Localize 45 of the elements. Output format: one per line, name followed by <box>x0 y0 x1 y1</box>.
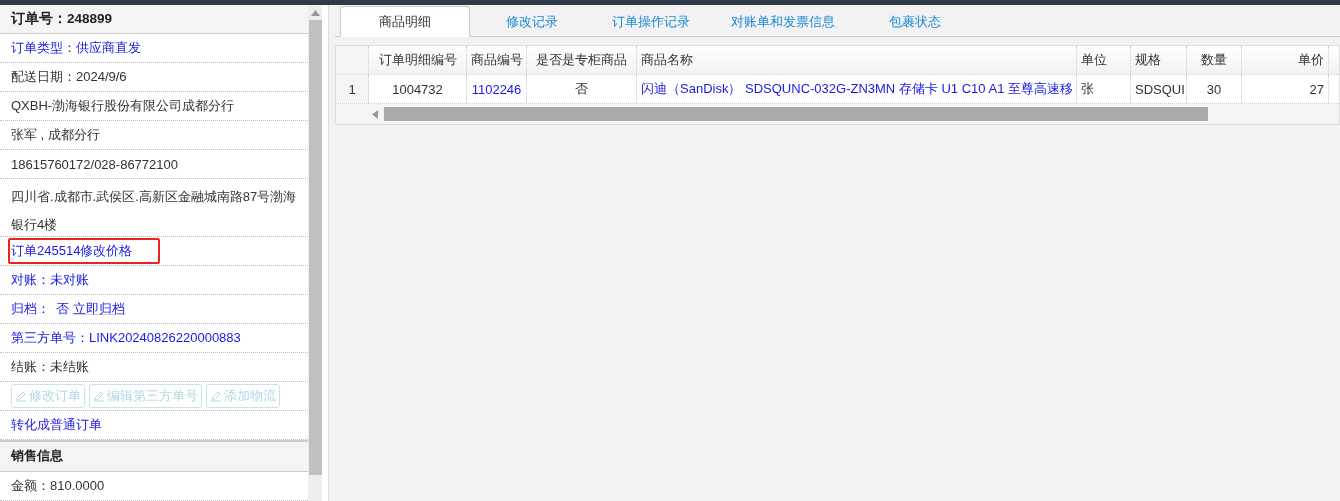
column-header: 单价 <box>1242 46 1329 74</box>
pencil-icon <box>93 389 105 402</box>
order-info-text: 四川省.成都市.武侯区.高新区金融城南路87号渤海银行4楼 <box>11 188 297 235</box>
column-header: 是否是专柜商品 <box>527 46 637 74</box>
order-info-link[interactable]: 转化成普通订单 <box>11 415 102 434</box>
order-info-link[interactable]: 对账：未对账 <box>11 270 89 289</box>
order-info-text: 配送日期：2024/9/6 <box>11 68 127 87</box>
order-info-link[interactable]: 订单类型：供应商直发 <box>11 39 141 58</box>
scroll-left-icon[interactable] <box>372 109 378 119</box>
horizontal-scrollbar[interactable] <box>336 104 1339 124</box>
table-cell: 否 <box>527 75 637 103</box>
sales-info-header: 销售信息 <box>0 439 308 472</box>
table-cell: 30 <box>1187 75 1242 103</box>
order-info-text: 结账：未结账 <box>11 357 89 376</box>
scroll-up-icon[interactable] <box>310 10 320 16</box>
order-number-header: 订单号：248899 <box>0 5 308 35</box>
table-cell: 27 <box>1242 75 1329 103</box>
table-cell: 闪迪（SanDisk） SDSQUNC-032G-ZN3MN 存储卡 U1 C10 A1 至尊高速移 <box>637 75 1077 103</box>
order-info-text: QXBH-渤海银行股份有限公司成都分行 <box>11 97 235 116</box>
column-header: 规格 <box>1131 46 1187 74</box>
column-header: 数量 <box>1187 46 1242 74</box>
order-info-text: 18615760172/028-86772100 <box>11 156 178 172</box>
archive-status: 否 <box>56 299 69 318</box>
archive-now-link[interactable]: 立即归档 <box>73 299 125 318</box>
order-info-link[interactable]: 订单245514修改价格 <box>11 242 133 258</box>
table-cell: SDSQUI <box>1131 75 1187 103</box>
archive-label: 归档： <box>11 299 50 318</box>
column-header: 订单明细编号 <box>369 46 467 74</box>
column-header: 商品名称 <box>637 46 1077 74</box>
column-header: 商品编号 <box>467 46 527 74</box>
order-info-text: 张军 , 成都分行 <box>11 126 100 145</box>
table-cell: 张 <box>1077 75 1131 103</box>
order-info-link[interactable]: 第三方单号：LINK20240826220000883 <box>11 328 241 347</box>
table-cell: 1004732 <box>369 75 467 103</box>
table-cell: 1102246 <box>467 75 527 103</box>
tab[interactable]: 包裹状态 <box>858 7 972 36</box>
pencil-icon <box>210 389 222 402</box>
tab[interactable]: 订单操作记录 <box>594 7 708 36</box>
tab[interactable]: 商品明细 <box>340 6 470 37</box>
amount-text: 金额：810.0000 <box>11 477 105 495</box>
row-number: 1 <box>336 75 369 103</box>
tab[interactable]: 对账单和发票信息 <box>713 7 853 36</box>
column-header: 单位 <box>1077 46 1131 74</box>
scrollbar-thumb[interactable] <box>384 107 1208 121</box>
pencil-icon <box>15 389 27 402</box>
